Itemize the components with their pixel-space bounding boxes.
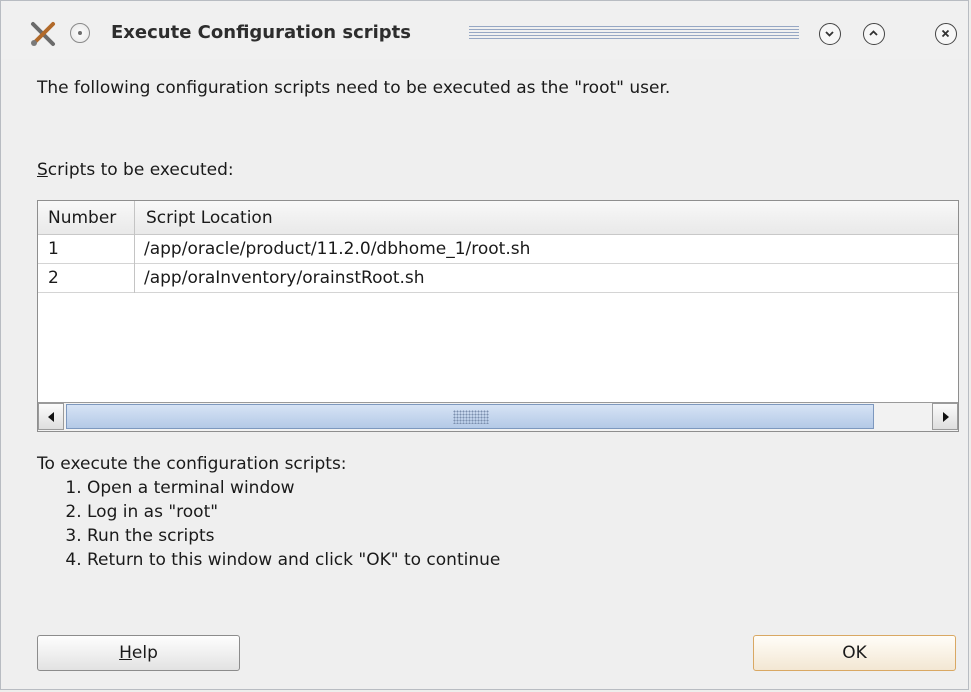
arrow-right-icon: [943, 412, 949, 422]
title-bar-grip: [469, 26, 799, 40]
cell-number: 1: [48, 239, 59, 259]
arrow-left-icon: [48, 412, 54, 422]
instruction-step: Return to this window and click "OK" to …: [87, 550, 500, 571]
cell-script-location: /app/oraInventory/orainstRoot.sh: [144, 268, 425, 288]
instructions-title: To execute the configuration scripts:: [37, 454, 347, 474]
title-bar[interactable]: Execute Configuration scripts: [1, 1, 968, 59]
chevron-up-icon[interactable]: [863, 23, 885, 45]
column-divider[interactable]: [134, 201, 135, 293]
horizontal-scrollbar[interactable]: [38, 402, 958, 431]
table-header: Number Script Location: [38, 201, 958, 235]
tools-icon: [31, 22, 55, 46]
scroll-right-button[interactable]: [932, 403, 958, 430]
window-menu-icon[interactable]: [70, 23, 90, 43]
scroll-left-button[interactable]: [38, 403, 64, 430]
instructions: To execute the configuration scripts: Op…: [37, 454, 500, 574]
table-row[interactable]: 1 /app/oracle/product/11.2.0/dbhome_1/ro…: [38, 235, 958, 264]
ok-button[interactable]: OK: [753, 635, 956, 671]
scrollbar-grip: [453, 410, 489, 424]
column-header-number[interactable]: Number: [48, 208, 116, 228]
scripts-label: Scripts to be executed:: [37, 160, 234, 180]
scripts-table[interactable]: Number Script Location 1 /app/oracle/pro…: [37, 200, 959, 432]
cell-script-location: /app/oracle/product/11.2.0/dbhome_1/root…: [144, 239, 531, 259]
help-button-label: elp: [131, 643, 158, 663]
instruction-step: Open a terminal window: [87, 478, 500, 499]
scrollbar-thumb[interactable]: [66, 404, 874, 429]
help-button-mnemonic: H: [119, 643, 132, 663]
close-icon[interactable]: [935, 23, 957, 45]
table-row[interactable]: 2 /app/oraInventory/orainstRoot.sh: [38, 264, 958, 293]
scripts-label-text: cripts to be executed:: [47, 160, 234, 180]
instruction-step: Log in as "root": [87, 502, 500, 523]
instructions-list: Open a terminal window Log in as "root" …: [37, 478, 500, 571]
cell-number: 2: [48, 268, 59, 288]
help-button[interactable]: Help: [37, 635, 240, 671]
column-header-script-location[interactable]: Script Location: [146, 208, 273, 228]
instruction-step: Run the scripts: [87, 526, 500, 547]
dialog-window: Execute Configuration scripts The follow…: [0, 0, 969, 690]
scripts-label-mnemonic: S: [37, 160, 48, 180]
window-title: Execute Configuration scripts: [111, 22, 411, 43]
chevron-down-icon[interactable]: [819, 23, 841, 45]
intro-text: The following configuration scripts need…: [37, 78, 671, 98]
